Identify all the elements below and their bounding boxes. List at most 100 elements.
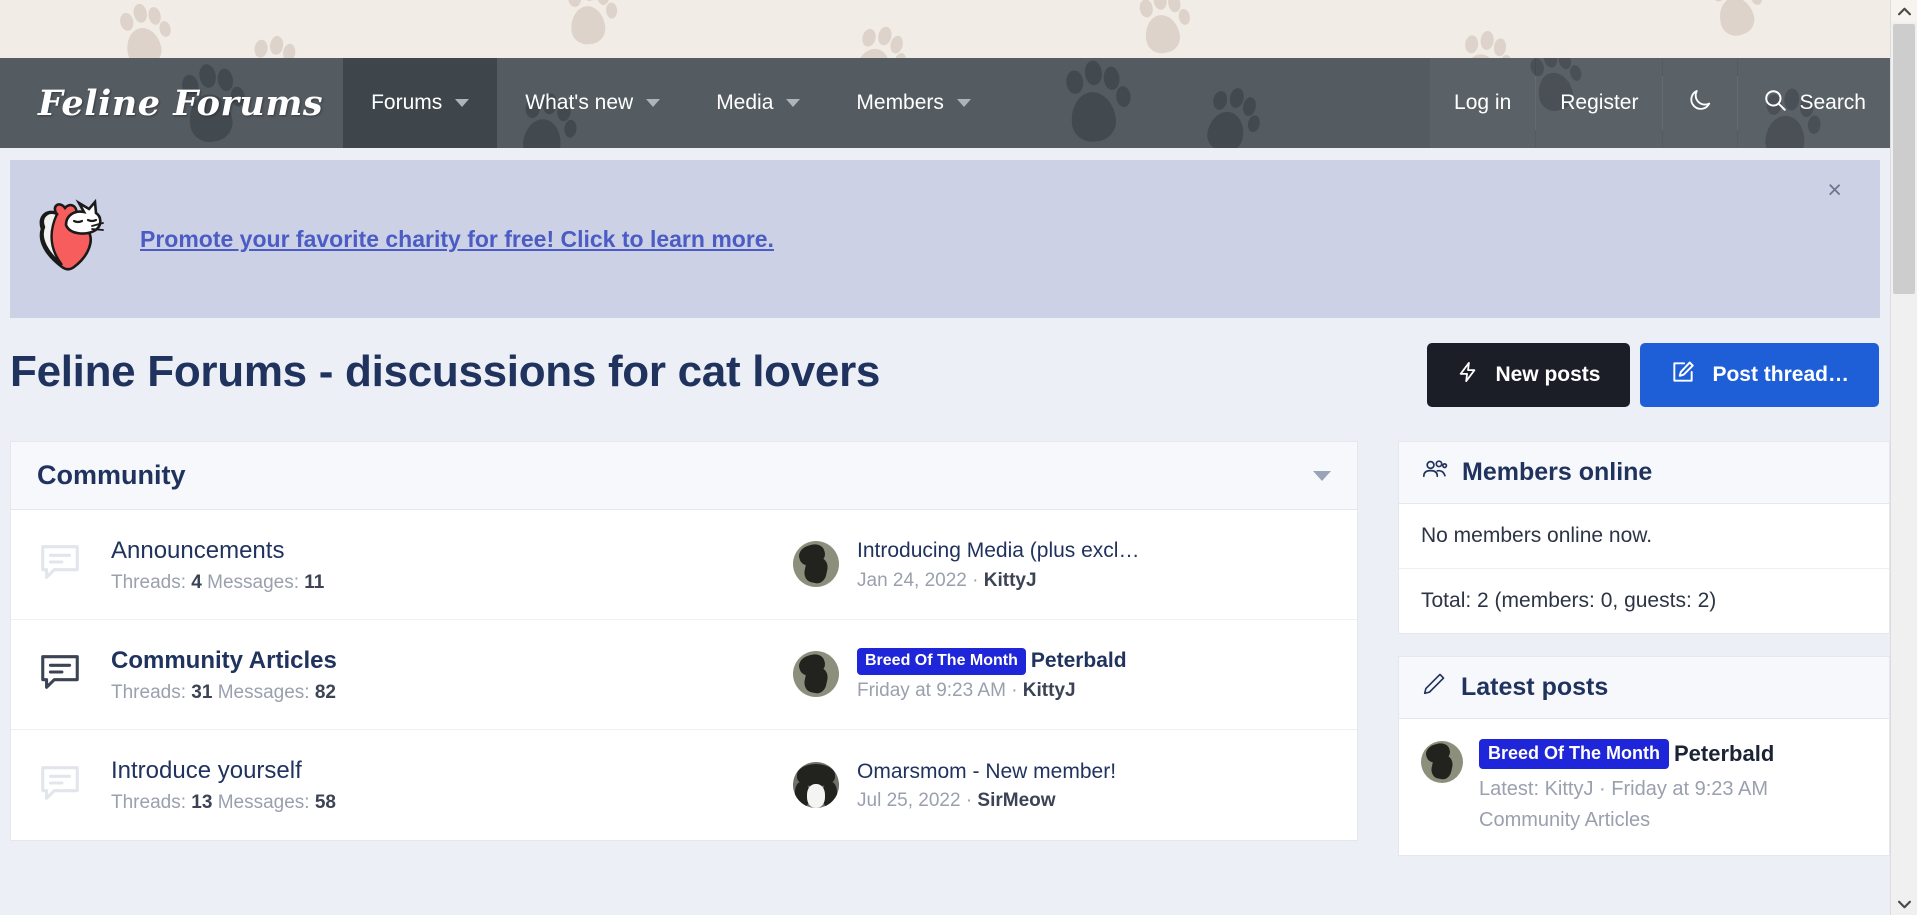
last-post-text: Omarsmom - New member! Jul 25, 2022 · Si… xyxy=(857,758,1116,812)
last-post: Introducing Media (plus excl… Jan 24, 20… xyxy=(793,537,1139,591)
forum-info: Introduce yourself Threads: 13 Messages:… xyxy=(93,756,793,814)
status-badge[interactable]: Breed Of The Month xyxy=(1479,739,1669,769)
latest-posts-block: Latest posts Breed Of The Month Peterbald… xyxy=(1398,656,1890,856)
forum-info: Community Articles Threads: 31 Messages:… xyxy=(93,646,793,704)
site-logo[interactable]: Feline Forums xyxy=(0,58,343,148)
vertical-scrollbar[interactable] xyxy=(1890,0,1917,915)
messages-label: Messages: xyxy=(207,571,299,593)
last-post: Breed Of The Month Peterbald Friday at 9:… xyxy=(793,647,1127,703)
sidebar: Members online No members online now. To… xyxy=(1398,441,1890,878)
dark-mode-toggle[interactable] xyxy=(1663,58,1738,148)
last-post-user[interactable]: KittyJ xyxy=(984,570,1037,591)
last-post-title-text: Peterbald xyxy=(1030,648,1127,672)
chevron-down-icon[interactable] xyxy=(786,99,801,107)
latest-posts-header: Latest posts xyxy=(1399,657,1889,719)
forum-stats: Threads: 31 Messages: 82 xyxy=(111,682,793,704)
table-row[interactable]: Introduce yourself Threads: 13 Messages:… xyxy=(11,730,1357,840)
avatar[interactable] xyxy=(793,541,839,588)
charity-notice-banner: Promote your favorite charity for free! … xyxy=(10,160,1880,318)
separator: · xyxy=(1011,680,1018,702)
last-post-user[interactable]: SirMeow xyxy=(977,790,1055,811)
login-button[interactable]: Log in xyxy=(1430,58,1536,148)
nav-item-label: Forums xyxy=(371,91,443,114)
members-online-block: Members online No members online now. To… xyxy=(1398,441,1890,634)
nav-item-members[interactable]: Members xyxy=(828,58,999,148)
post-thread-button[interactable]: Post thread… xyxy=(1640,343,1879,407)
cat-heart-icon xyxy=(32,198,104,279)
status-badge[interactable]: Breed Of The Month xyxy=(857,647,1026,676)
close-icon[interactable]: × xyxy=(1827,178,1842,203)
search-button[interactable]: Search xyxy=(1738,58,1890,148)
forum-info: Announcements Threads: 4 Messages: 11 xyxy=(93,536,793,594)
members-online-total: Total: 2 (members: 0, guests: 2) xyxy=(1399,569,1889,633)
post-thread-label: Post thread… xyxy=(1712,363,1849,386)
chevron-down-icon[interactable] xyxy=(455,99,470,107)
members-online-empty: No members online now. xyxy=(1399,504,1889,569)
nav-item-label: What's new xyxy=(525,91,634,114)
last-post-title[interactable]: Introducing Media (plus excl… xyxy=(857,537,1139,564)
latest-post-title-text: Peterbald xyxy=(1674,741,1775,766)
nav-item-whats-new[interactable]: What's new xyxy=(497,58,688,148)
avatar[interactable] xyxy=(793,761,839,808)
threads-value: 4 xyxy=(191,571,202,593)
nav-item-media[interactable]: Media xyxy=(688,58,828,148)
list-item[interactable]: Breed Of The Month Peterbald Latest: Kitt… xyxy=(1399,719,1889,855)
forum-category-block: Community Announcements Threads: 4 Messa… xyxy=(10,441,1358,841)
last-post-meta: Jul 25, 2022 · SirMeow xyxy=(857,790,1116,812)
last-post: Omarsmom - New member! Jul 25, 2022 · Si… xyxy=(793,758,1116,812)
moon-icon xyxy=(1687,87,1713,119)
nav-item-forums[interactable]: Forums xyxy=(343,58,498,148)
last-post-date: Friday at 9:23 AM xyxy=(857,680,1006,702)
chevron-down-icon[interactable] xyxy=(1313,470,1331,481)
register-button[interactable]: Register xyxy=(1536,58,1663,148)
latest-posts-title: Latest posts xyxy=(1461,673,1609,701)
forum-link[interactable]: Announcements xyxy=(111,536,793,566)
last-post-date: Jul 25, 2022 xyxy=(857,790,961,812)
latest-post-forum[interactable]: Community Articles xyxy=(1479,806,1774,835)
page-action-buttons: New posts Post thread… xyxy=(1427,343,1879,407)
table-row[interactable]: Community Articles Threads: 31 Messages:… xyxy=(11,620,1357,730)
forum-link[interactable]: Introduce yourself xyxy=(111,756,793,786)
last-post-title[interactable]: Breed Of The Month Peterbald xyxy=(857,647,1127,676)
members-online-header: Members online xyxy=(1399,442,1889,504)
last-post-user[interactable]: KittyJ xyxy=(1023,680,1076,701)
login-label: Log in xyxy=(1454,91,1512,114)
page-title: Feline Forums - discussions for cat love… xyxy=(10,347,881,396)
messages-value: 58 xyxy=(314,792,336,813)
latest-post-meta: Latest: KittyJ · Friday at 9:23 AM xyxy=(1479,778,1769,800)
last-post-title[interactable]: Omarsmom - New member! xyxy=(857,758,1116,785)
nav-item-label: Media xyxy=(716,91,774,114)
separator: · xyxy=(972,569,979,591)
messages-label: Messages: xyxy=(217,681,310,703)
chevron-down-icon[interactable] xyxy=(956,99,971,107)
register-label: Register xyxy=(1560,91,1639,114)
people-icon xyxy=(1421,456,1448,490)
page-root: Feline Forums Forums What's new Media Me… xyxy=(0,0,1917,915)
lightning-icon xyxy=(1457,359,1479,391)
last-post-meta: Friday at 9:23 AM · KittyJ xyxy=(857,680,1127,702)
chevron-down-icon[interactable] xyxy=(646,99,661,107)
latest-post-title[interactable]: Breed Of The Month Peterbald xyxy=(1479,739,1774,769)
nav-right-group: Log in Register Search xyxy=(1430,58,1890,148)
threads-value: 13 xyxy=(191,792,213,813)
threads-label: Threads: xyxy=(111,792,186,813)
category-title: Community xyxy=(37,460,186,490)
category-header: Community xyxy=(11,442,1357,510)
list-item-body: Breed Of The Month Peterbald Latest: Kitt… xyxy=(1479,739,1774,835)
chevron-down-icon[interactable] xyxy=(1891,893,1917,915)
table-row[interactable]: Announcements Threads: 4 Messages: 11 In… xyxy=(11,510,1357,620)
nav-items: Forums What's new Media Members xyxy=(343,58,999,148)
new-posts-button[interactable]: New posts xyxy=(1427,343,1631,407)
search-label: Search xyxy=(1799,91,1866,114)
avatar[interactable] xyxy=(1421,741,1463,783)
separator: · xyxy=(965,790,973,812)
pencil-square-icon xyxy=(1670,359,1696,391)
avatar[interactable] xyxy=(793,651,839,698)
chevron-up-icon[interactable] xyxy=(1891,0,1917,22)
new-posts-label: New posts xyxy=(1495,363,1601,386)
scrollbar-thumb[interactable] xyxy=(1893,24,1915,294)
search-icon xyxy=(1762,87,1788,119)
charity-notice-link[interactable]: Promote your favorite charity for free! … xyxy=(140,226,774,253)
last-post-text: Introducing Media (plus excl… Jan 24, 20… xyxy=(857,537,1139,591)
forum-link[interactable]: Community Articles xyxy=(111,646,793,676)
